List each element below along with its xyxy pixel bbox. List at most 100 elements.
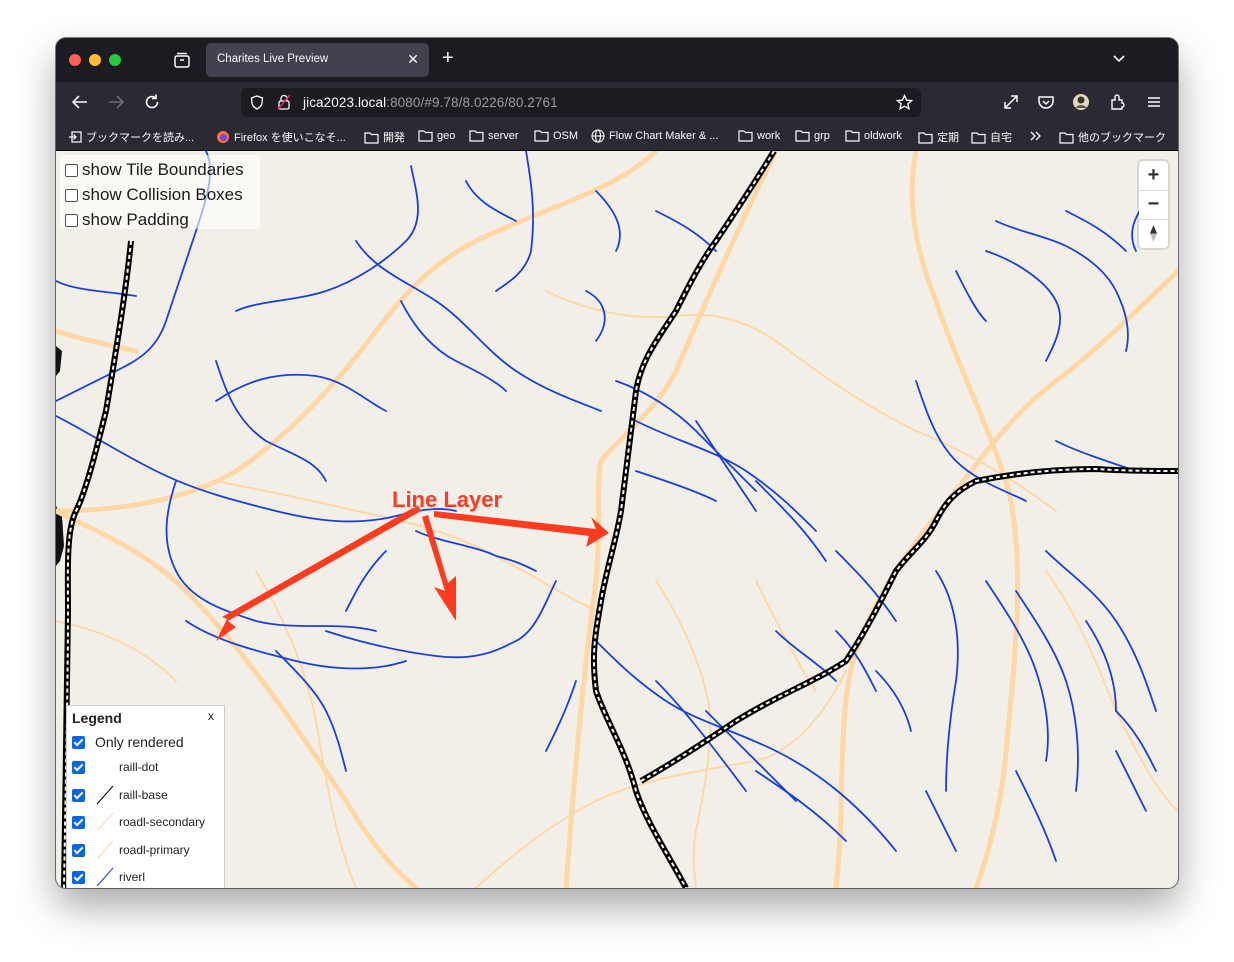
debug-options-panel: show Tile Boundaries show Collision Boxe… — [60, 155, 260, 229]
new-tab-button[interactable]: + — [442, 48, 454, 68]
bookmark-firefox[interactable]: Firefox を使いこなそ... — [216, 129, 346, 145]
bookmark-folder[interactable]: server — [469, 129, 519, 142]
bookmark-label: oldwork — [864, 129, 902, 142]
import-icon — [69, 131, 82, 143]
bookmark-other[interactable]: 他のブックマーク — [1059, 129, 1166, 145]
bookmark-folder[interactable]: 定期 — [918, 129, 959, 145]
legend-item-label: roadl-secondary — [119, 815, 206, 829]
padding-label: show Padding — [82, 210, 189, 229]
globe-icon — [591, 129, 605, 143]
star-icon[interactable] — [896, 94, 913, 111]
bookmark-label: server — [488, 129, 519, 142]
url-text[interactable]: jica2023.local:8080/#9.78/8.0226/80.2761 — [303, 95, 558, 110]
legend-close-button[interactable]: x — [208, 709, 214, 723]
close-window-button[interactable] — [69, 54, 81, 66]
minimize-window-button[interactable] — [89, 54, 101, 66]
annotation-label: Line Layer — [392, 487, 503, 512]
url-path: :8080/#9.78/8.0226/80.2761 — [386, 95, 558, 110]
legend-swatch — [95, 756, 115, 778]
legend-title: Legend — [72, 710, 122, 726]
legend-item-raill-dot[interactable]: raill-dot — [72, 756, 158, 778]
bookmark-label: 定期 — [937, 132, 959, 144]
tab-title: Charites Live Preview — [217, 53, 329, 65]
nav-bar: jica2023.local:8080/#9.78/8.0226/80.2761 — [56, 82, 1178, 122]
browser-window: Charites Live Preview ✕ + jica2023.local… — [56, 38, 1178, 888]
tab-list-icon[interactable] — [172, 50, 192, 70]
zoom-in-button[interactable]: + — [1139, 161, 1168, 190]
compass-icon — [1150, 225, 1157, 242]
map-canvas[interactable]: Line Layer show Tile Boundaries show Col… — [56, 151, 1178, 888]
only-rendered-label: Only rendered — [95, 734, 184, 750]
legend-swatch — [95, 866, 115, 888]
legend-swatch — [95, 811, 115, 833]
bookmark-flowchart[interactable]: Flow Chart Maker & ... — [591, 129, 718, 143]
pocket-icon[interactable] — [1036, 92, 1056, 112]
bookmark-label: 開発 — [383, 132, 405, 144]
menu-icon[interactable] — [1144, 92, 1164, 112]
tab-bar: Charites Live Preview ✕ + — [56, 38, 1178, 82]
tile-boundaries-checkbox[interactable] — [65, 163, 78, 177]
url-host: jica2023.local — [303, 95, 387, 110]
legend-item-roadl-secondary[interactable]: roadl-secondary — [72, 811, 205, 833]
folder-icon — [418, 130, 433, 142]
legend-item-label: roadl-primary — [119, 843, 190, 857]
padding-checkbox[interactable] — [65, 213, 78, 227]
collision-boxes-option[interactable]: show Collision Boxes — [65, 184, 243, 206]
zoom-out-button[interactable]: − — [1139, 190, 1168, 219]
legend-checkbox[interactable] — [72, 815, 85, 829]
reload-icon[interactable] — [142, 92, 162, 112]
legend-item-roadl-primary[interactable]: roadl-primary — [72, 839, 190, 861]
expand-icon[interactable] — [1001, 92, 1021, 112]
shield-icon[interactable] — [250, 95, 264, 110]
bookmark-folder[interactable]: OSM — [534, 129, 578, 142]
legend-swatch — [95, 839, 115, 861]
bookmark-label: 自宅 — [990, 132, 1012, 144]
bookmarks-toolbar: ブックマークを読み... Firefox を使いこなそ... 開発 geo se… — [56, 122, 1178, 151]
maximize-window-button[interactable] — [109, 54, 121, 66]
folder-icon — [738, 130, 753, 142]
only-rendered-checkbox[interactable] — [72, 735, 85, 749]
polbnda-feature — [56, 346, 62, 376]
collision-boxes-checkbox[interactable] — [65, 188, 78, 202]
bookmark-label: Firefox を使いこなそ... — [234, 132, 346, 144]
folder-icon — [534, 130, 549, 142]
legend-item-raill-base[interactable]: raill-base — [72, 784, 168, 806]
folder-icon — [364, 131, 379, 144]
more-bookmarks-chevron-icon[interactable] — [1029, 129, 1047, 143]
bookmark-folder[interactable]: grp — [795, 129, 830, 142]
legend-item-label: raill-dot — [119, 760, 159, 774]
chevron-down-icon[interactable] — [1112, 52, 1126, 66]
active-tab[interactable]: Charites Live Preview ✕ — [206, 43, 429, 77]
insecure-lock-icon[interactable] — [277, 94, 291, 110]
url-bar[interactable]: jica2023.local:8080/#9.78/8.0226/80.2761 — [241, 88, 921, 117]
tile-boundaries-option[interactable]: show Tile Boundaries — [65, 159, 244, 181]
bookmark-label: work — [757, 129, 781, 142]
legend-checkbox[interactable] — [72, 788, 85, 802]
compass-button[interactable] — [1139, 219, 1168, 248]
legend-checkbox[interactable] — [72, 870, 85, 884]
folder-icon — [845, 130, 860, 142]
legend-checkbox[interactable] — [72, 760, 85, 774]
tab-close-icon[interactable]: ✕ — [407, 51, 419, 68]
extensions-icon[interactable] — [1108, 92, 1128, 112]
arrow-left — [216, 505, 421, 641]
legend-item-label: riverl — [119, 870, 145, 884]
forward-icon[interactable] — [106, 92, 126, 112]
bookmark-label: Flow Chart Maker & ... — [609, 130, 719, 142]
padding-option[interactable]: show Padding — [65, 209, 189, 231]
bookmark-folder[interactable]: oldwork — [845, 129, 902, 142]
bookmark-label: ブックマークを読み... — [86, 132, 195, 144]
legend-item-riverl[interactable]: riverl — [72, 866, 145, 888]
bookmark-folder[interactable]: 開発 — [364, 129, 405, 145]
back-icon[interactable] — [70, 92, 90, 112]
folder-icon — [1059, 131, 1074, 144]
bookmark-folder[interactable]: work — [738, 129, 780, 142]
account-avatar-icon[interactable] — [1071, 92, 1091, 112]
collision-boxes-label: show Collision Boxes — [82, 185, 243, 204]
legend-checkbox[interactable] — [72, 843, 85, 857]
bookmark-folder[interactable]: 自宅 — [971, 129, 1012, 145]
only-rendered-option[interactable]: Only rendered — [72, 731, 184, 753]
bookmark-import[interactable]: ブックマークを読み... — [68, 129, 194, 145]
firefox-icon — [217, 131, 229, 143]
bookmark-folder[interactable]: geo — [418, 129, 455, 142]
